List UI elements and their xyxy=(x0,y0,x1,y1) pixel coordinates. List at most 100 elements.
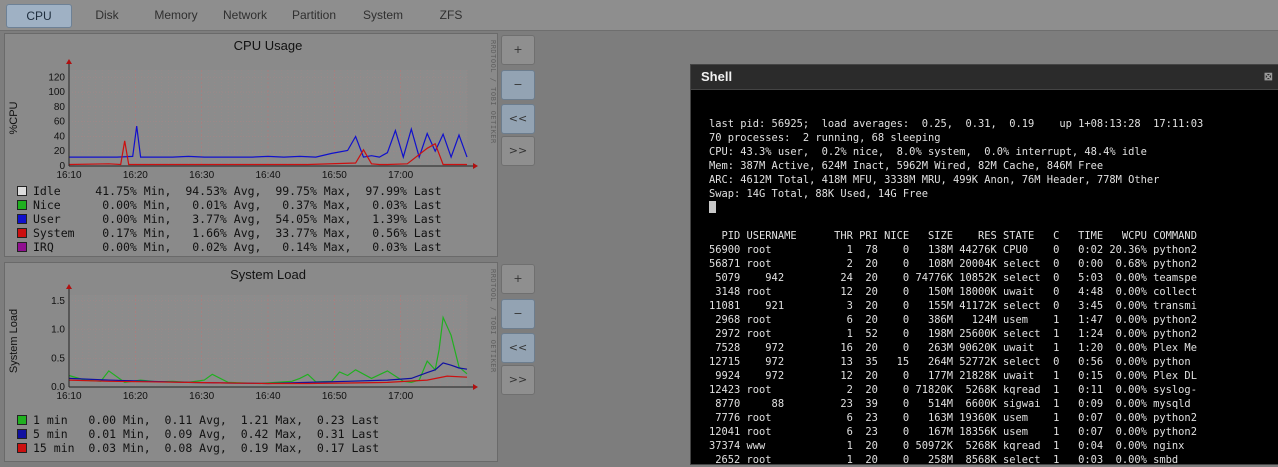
y-tick-label: 60 xyxy=(54,117,66,128)
x-axis-arrow xyxy=(473,163,478,169)
process-row: 7776 root 6 23 0 163M 19360K usem 1 0:07… xyxy=(709,412,1197,424)
legend-text: Idle 41.75% Min, 94.53% Avg, 99.75% Max,… xyxy=(33,184,442,198)
legend-text: 5 min 0.01 Min, 0.09 Avg, 0.42 Max, 0.31… xyxy=(33,427,380,441)
legend-row: User 0.00% Min, 3.77% Avg, 54.05% Max, 1… xyxy=(17,212,442,226)
cpu-forward-button[interactable]: >> xyxy=(501,136,535,166)
legend-swatch xyxy=(17,214,27,224)
cpu-zoom-in-button[interactable]: + xyxy=(501,35,535,65)
legend-text: IRQ 0.00% Min, 0.02% Avg, 0.14% Max, 0.0… xyxy=(33,240,442,254)
rrdtool-credit: RRDTOOL / TOBI OETIKER xyxy=(489,269,497,373)
tab-partition[interactable]: Partition xyxy=(284,4,344,26)
process-row: 7528 972 16 20 0 263M 90620K uwait 1 1:2… xyxy=(709,342,1197,354)
system-load-panel: System Load System Load 0.0 0.5 1.0 1.5 16:10 1… xyxy=(4,262,498,462)
load-zoom-out-button[interactable]: − xyxy=(501,299,535,329)
tab-disk[interactable]: Disk xyxy=(80,4,134,26)
legend-swatch xyxy=(17,443,27,453)
terminal-line: ARC: 4612M Total, 418M MFU, 3338M MRU, 4… xyxy=(709,174,1160,186)
process-row: 12715 972 13 35 15 264M 52772K select 0 … xyxy=(709,356,1191,368)
process-row: 3148 root 12 20 0 150M 18000K uwait 0 4:… xyxy=(709,286,1197,298)
shell-title-bar[interactable]: Shell ⊠ xyxy=(691,65,1278,90)
legend-swatch xyxy=(17,200,27,210)
tab-bar: CPU Disk Memory Network Partition System… xyxy=(0,0,1278,31)
tab-memory[interactable]: Memory xyxy=(144,4,208,26)
terminal-cursor xyxy=(709,201,716,213)
y-tick-label: 120 xyxy=(48,72,65,83)
process-row: 11081 921 3 20 0 155M 41172K select 0 3:… xyxy=(709,300,1197,312)
process-row: 56871 root 2 20 0 108M 20004K select 0 0… xyxy=(709,258,1197,270)
shell-title: Shell xyxy=(701,69,733,84)
x-tick-label: 17:00 xyxy=(388,170,413,181)
zoom-out-icon: − xyxy=(513,78,523,91)
legend-row: Nice 0.00% Min, 0.01% Avg, 0.37% Max, 0.… xyxy=(17,198,442,212)
terminal-cursor-line xyxy=(709,201,1203,215)
chart-title: System Load xyxy=(230,267,306,282)
legend-swatch xyxy=(17,228,27,238)
legend-row: Idle 41.75% Min, 94.53% Avg, 99.75% Max,… xyxy=(17,184,442,198)
terminal-spacer xyxy=(709,215,1203,229)
shell-window[interactable]: Shell ⊠ last pid: 56925; load averages: … xyxy=(690,64,1278,467)
x-tick-label: 16:20 xyxy=(123,391,148,402)
x-tick-label: 16:40 xyxy=(255,170,280,181)
terminal-output[interactable]: last pid: 56925; load averages: 0.25, 0.… xyxy=(709,117,1203,467)
terminal-line: 70 processes: 2 running, 68 sleeping xyxy=(709,132,941,144)
x-tick-label: 17:00 xyxy=(388,391,413,402)
legend-row: System 0.17% Min, 1.66% Avg, 33.77% Max,… xyxy=(17,226,442,240)
rrdtool-credit: RRDTOOL / TOBI OETIKER xyxy=(489,40,497,144)
y-tick-label: 1.5 xyxy=(51,296,65,307)
tab-zfs[interactable]: ZFS xyxy=(428,4,474,26)
y-tick-label: 100 xyxy=(48,87,65,98)
x-tick-label: 16:10 xyxy=(56,391,81,402)
cpu-back-button[interactable]: << xyxy=(501,104,535,134)
legend-text: User 0.00% Min, 3.77% Avg, 54.05% Max, 1… xyxy=(33,212,442,226)
process-row: 12423 root 2 20 0 71820K 5268K kqread 1 … xyxy=(709,384,1197,396)
cpu-zoom-out-button[interactable]: − xyxy=(501,70,535,100)
load-back-button[interactable]: << xyxy=(501,333,535,363)
process-row: 37374 www 1 20 0 50972K 5268K kqread 1 0… xyxy=(709,440,1185,452)
tab-network[interactable]: Network xyxy=(216,4,274,26)
legend-swatch xyxy=(17,242,27,252)
legend-row: 5 min 0.01 Min, 0.09 Avg, 0.42 Max, 0.31… xyxy=(17,427,379,441)
legend-swatch xyxy=(17,415,27,425)
tab-cpu[interactable]: CPU xyxy=(6,4,72,28)
y-tick-label: 40 xyxy=(54,131,66,142)
terminal-line: CPU: 43.3% user, 0.2% nice, 8.0% system,… xyxy=(709,146,1147,158)
x-tick-label: 16:50 xyxy=(322,391,347,402)
process-row: 12041 root 6 23 0 167M 18356K usem 1 0:0… xyxy=(709,426,1197,438)
y-axis-arrow xyxy=(66,59,72,64)
process-row: 5079 942 24 20 0 74776K 10852K select 0 … xyxy=(709,272,1197,284)
legend-text: Nice 0.00% Min, 0.01% Avg, 0.37% Max, 0.… xyxy=(33,198,442,212)
close-icon[interactable]: ⊠ xyxy=(1264,65,1273,89)
legend-row: IRQ 0.00% Min, 0.02% Avg, 0.14% Max, 0.0… xyxy=(17,240,442,254)
legend-text: 1 min 0.00 Min, 0.11 Avg, 1.21 Max, 0.23… xyxy=(33,413,380,427)
cpu-legend: Idle 41.75% Min, 94.53% Avg, 99.75% Max,… xyxy=(17,184,442,254)
tab-system[interactable]: System xyxy=(356,4,410,26)
terminal-line: Mem: 387M Active, 624M Inact, 5962M Wire… xyxy=(709,160,1104,172)
legend-text: System 0.17% Min, 1.66% Avg, 33.77% Max,… xyxy=(33,226,442,240)
process-row: 2968 root 6 20 0 386M 124M usem 1 1:47 0… xyxy=(709,314,1197,326)
load-zoom-in-button[interactable]: + xyxy=(501,264,535,294)
x-tick-label: 16:10 xyxy=(56,170,81,181)
zoom-in-icon: + xyxy=(513,272,523,285)
terminal-line: Swap: 14G Total, 88K Used, 14G Free xyxy=(709,188,928,200)
process-row: 56900 root 1 78 0 138M 44276K CPU0 0 0:0… xyxy=(709,244,1197,256)
process-row: 9924 972 12 20 0 177M 21828K uwait 1 0:1… xyxy=(709,370,1197,382)
y-tick-label: 1.0 xyxy=(51,325,65,336)
legend-text: 15 min 0.03 Min, 0.08 Avg, 0.19 Max, 0.1… xyxy=(33,441,380,455)
zoom-in-icon: + xyxy=(513,43,523,56)
load-forward-button[interactable]: >> xyxy=(501,365,535,395)
y-tick-label: 20 xyxy=(54,146,66,157)
y-axis-label: System Load xyxy=(8,309,20,373)
legend-swatch xyxy=(17,429,27,439)
y-tick-label: 0.5 xyxy=(51,353,65,364)
chart-title: CPU Usage xyxy=(234,38,303,53)
x-tick-label: 16:40 xyxy=(255,391,280,402)
y-tick-label: 80 xyxy=(54,102,66,113)
process-table-header: PID USERNAME THR PRI NICE SIZE RES STATE… xyxy=(709,230,1197,242)
legend-swatch xyxy=(17,186,27,196)
process-row: 2652 root 1 20 0 258M 8568K select 1 0:0… xyxy=(709,454,1179,466)
cpu-usage-panel: CPU Usage %CPU 0 20 40 60 80 100 120 16:10 16:20 16… xyxy=(4,33,498,257)
load-legend: 1 min 0.00 Min, 0.11 Avg, 1.21 Max, 0.23… xyxy=(17,413,379,455)
x-tick-label: 16:30 xyxy=(189,170,214,181)
zoom-out-icon: − xyxy=(513,307,523,320)
x-tick-label: 16:20 xyxy=(123,170,148,181)
